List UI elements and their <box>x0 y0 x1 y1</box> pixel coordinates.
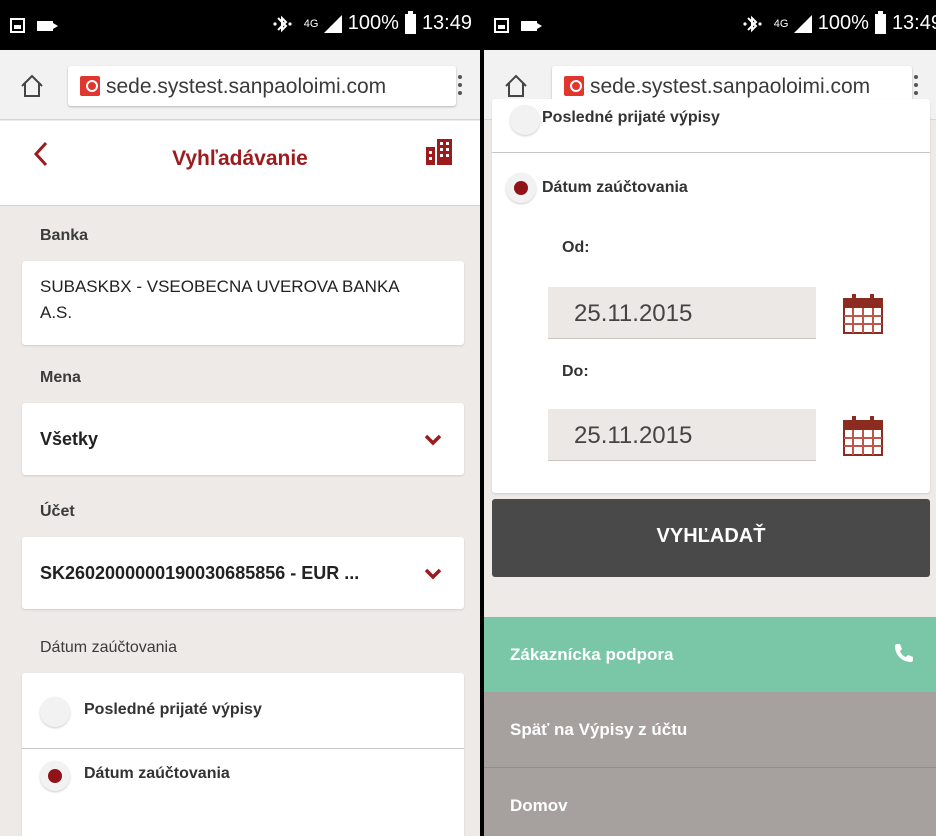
radio-button[interactable] <box>40 697 70 727</box>
bank-label: Banka <box>40 227 89 244</box>
radio-option-posting-date[interactable]: Dátum zaúčtovania <box>22 737 464 813</box>
posting-date-options: Posledné prijaté výpisy Dátum zaúčtovani… <box>22 673 464 836</box>
image-icon <box>10 18 25 33</box>
home-icon[interactable] <box>504 74 528 98</box>
calendar-icon[interactable] <box>842 415 884 457</box>
signal-icon <box>323 14 342 33</box>
radio-button-selected[interactable] <box>506 173 536 203</box>
bluetooth-icon <box>743 15 762 32</box>
bluetooth-icon <box>273 15 292 32</box>
home-label: Domov <box>510 796 568 815</box>
account-label: Účet <box>40 503 75 520</box>
bank-icon[interactable] <box>426 139 452 165</box>
menu-icon[interactable] <box>914 75 918 95</box>
radio-label: Dátum zaúčtovania <box>84 765 230 782</box>
video-icon <box>521 21 542 31</box>
clock: 13:49 <box>891 12 936 34</box>
bank-field: SUBASKBX - VSEOBECNA UVEROVA BANKA A.S. <box>22 261 464 345</box>
chevron-down-icon <box>424 568 442 580</box>
phone-icon <box>895 644 913 662</box>
video-icon <box>37 21 58 31</box>
from-date-input[interactable]: 25.11.2015 <box>548 287 816 339</box>
to-date-value: 25.11.2015 <box>574 422 693 449</box>
page-title: Vyhľadávanie <box>172 147 308 170</box>
image-icon <box>494 18 509 33</box>
calendar-icon[interactable] <box>842 293 884 335</box>
battery-icon <box>874 10 886 34</box>
radio-button[interactable] <box>510 105 540 135</box>
posting-date-label: Dátum zaúčtovania <box>40 639 177 656</box>
currency-select[interactable]: Všetky <box>22 403 464 475</box>
customer-support-label: Zákaznícka podpora <box>510 645 674 664</box>
radio-label: Posledné prijaté výpisy <box>542 109 720 126</box>
to-label: Do: <box>562 363 589 380</box>
radio-label: Posledné prijaté výpisy <box>84 701 262 718</box>
search-button-label: VYHĽADAŤ <box>656 525 766 547</box>
posting-date-options: Posledné prijaté výpisy Dátum zaúčtovani… <box>492 99 930 493</box>
menu-icon[interactable] <box>458 75 462 95</box>
currency-label: Mena <box>40 369 81 386</box>
url-field[interactable]: sede.systest.sanpaoloimi.com <box>68 66 456 106</box>
to-date-input[interactable]: 25.11.2015 <box>548 409 816 461</box>
lock-icon <box>564 76 584 96</box>
from-date-value: 25.11.2015 <box>574 300 693 327</box>
status-bar: 4G 100% 13:49 <box>484 0 936 50</box>
status-bar: 4G 100% 13:49 <box>0 0 480 50</box>
battery-percent: 100% <box>817 12 869 34</box>
back-to-statements-label: Späť na Výpisy z účtu <box>510 720 688 739</box>
signal-icon <box>793 14 812 33</box>
network-type: 4G <box>773 17 789 30</box>
radio-option-posting-date[interactable]: Dátum zaúčtovania <box>492 149 930 225</box>
home-link[interactable]: Domov <box>484 768 936 836</box>
radio-label: Dátum zaúčtovania <box>542 179 688 196</box>
currency-value: Všetky <box>40 429 99 449</box>
bank-value-line1: SUBASKBX - VSEOBECNA UVEROVA BANKA <box>40 277 400 296</box>
account-select[interactable]: SK2602000000190030685856 - EUR ... <box>22 537 464 609</box>
url-text: sede.systest.sanpaoloimi.com <box>590 75 871 98</box>
page-header: Vyhľadávanie <box>0 121 480 206</box>
clock: 13:49 <box>421 12 472 34</box>
battery-percent: 100% <box>347 12 399 34</box>
chevron-down-icon <box>424 434 442 446</box>
search-form-scrolled: Posledné prijaté výpisy Dátum zaúčtovani… <box>484 99 936 836</box>
search-button[interactable]: VYHĽADAŤ <box>492 499 930 577</box>
url-text: sede.systest.sanpaoloimi.com <box>106 75 387 98</box>
bank-value-line2: A.S. <box>40 303 73 322</box>
customer-support-link[interactable]: Zákaznícka podpora <box>484 617 936 692</box>
radio-button-selected[interactable] <box>40 761 70 791</box>
radio-option-last-statements[interactable]: Posledné prijaté výpisy <box>492 99 930 153</box>
home-icon[interactable] <box>20 74 44 98</box>
from-label: Od: <box>562 239 590 256</box>
account-value: SK2602000000190030685856 - EUR ... <box>40 563 360 583</box>
left-screen: 4G 100% 13:49 sede.systest.sanpaoloimi.c… <box>0 0 480 836</box>
battery-icon <box>404 10 416 34</box>
right-screen: 4G 100% 13:49 sede.systest.sanpaoloimi.c… <box>484 0 936 836</box>
search-form: Vyhľadávanie Banka SUBASKBX - VSEOBECNA … <box>0 121 480 836</box>
network-type: 4G <box>303 17 319 30</box>
lock-icon <box>80 76 100 96</box>
back-to-statements-link[interactable]: Späť na Výpisy z účtu <box>484 692 936 768</box>
browser-toolbar: sede.systest.sanpaoloimi.com <box>0 50 480 120</box>
